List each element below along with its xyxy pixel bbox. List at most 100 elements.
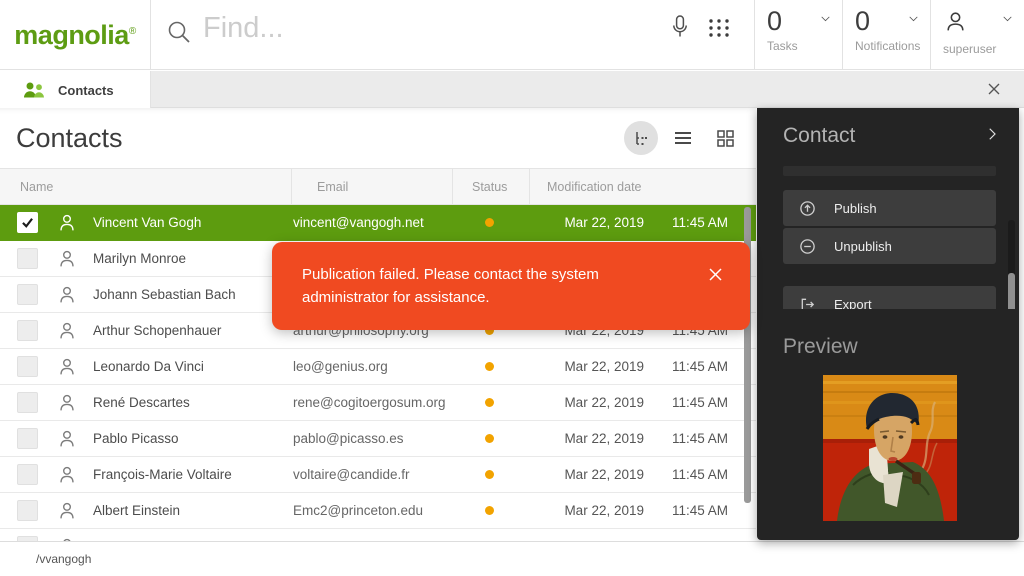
- magnolia-app-window: magnolia® 0 Tasks 0 Notifications: [0, 0, 1024, 576]
- row-checkbox[interactable]: [17, 320, 38, 341]
- user-icon: [943, 9, 968, 34]
- modification-date: Mar 22, 2019: [529, 503, 644, 518]
- user-menu[interactable]: superuser: [931, 0, 1024, 70]
- unpublish-icon: [799, 238, 816, 255]
- tasks-widget[interactable]: 0 Tasks: [755, 0, 843, 70]
- row-checkbox[interactable]: [17, 428, 38, 449]
- person-icon: [56, 428, 78, 450]
- close-app-icon[interactable]: [986, 81, 1002, 102]
- collapse-panel-icon[interactable]: [983, 125, 1001, 148]
- contact-name: François-Marie Voltaire: [78, 467, 290, 482]
- column-header-modification-date[interactable]: Modification date: [529, 168, 756, 205]
- column-header-name[interactable]: Name: [0, 168, 291, 205]
- person-icon: [56, 464, 78, 486]
- view-toggles: [624, 121, 742, 155]
- user-label: superuser: [943, 42, 1024, 56]
- status-dot-icon: [485, 470, 494, 479]
- contact-email: voltaire@candide.fr: [290, 467, 452, 482]
- contact-name: Leonardo Da Vinci: [78, 359, 290, 374]
- thumbnail-view-button[interactable]: [708, 121, 742, 155]
- panel-title: Contact: [783, 124, 855, 148]
- person-icon: [56, 212, 78, 234]
- status-cell: [452, 470, 529, 479]
- row-checkbox[interactable]: [17, 212, 38, 233]
- panel-scrollbar-track[interactable]: [1008, 220, 1015, 309]
- contact-preview-image: [823, 375, 957, 521]
- scrolled-action-item[interactable]: [783, 166, 996, 176]
- export-icon: [799, 296, 816, 310]
- table-row[interactable]: [0, 529, 756, 541]
- status-cell: [452, 506, 529, 515]
- person-icon: [56, 500, 78, 522]
- unpublish-button[interactable]: Unpublish: [783, 228, 996, 264]
- action-label: Unpublish: [834, 239, 892, 254]
- status-bar: /vvangogh: [0, 541, 1024, 576]
- modification-date-cell: Mar 22, 2019 11:45 AM: [529, 503, 756, 518]
- status-cell: [452, 218, 529, 227]
- export-button[interactable]: Export: [783, 286, 996, 309]
- status-cell: [452, 362, 529, 371]
- contact-name: Albert Einstein: [78, 503, 290, 518]
- microphone-icon[interactable]: [668, 13, 692, 48]
- status-dot-icon: [485, 362, 494, 371]
- row-checkbox[interactable]: [17, 284, 38, 305]
- row-checkbox[interactable]: [17, 392, 38, 413]
- modification-time: 11:45 AM: [644, 431, 728, 446]
- contacts-people-icon: [22, 81, 46, 99]
- modification-date-cell: Mar 22, 2019 11:45 AM: [529, 215, 756, 230]
- table-row[interactable]: Leonardo Da Vinci leo@genius.org Mar 22,…: [0, 349, 756, 385]
- global-search: [151, 0, 755, 70]
- person-icon: [56, 392, 78, 414]
- app-tab-bar: Contacts: [0, 71, 1024, 108]
- modification-date-cell: Mar 22, 2019 11:45 AM: [529, 359, 756, 374]
- status-cell: [452, 398, 529, 407]
- modification-time: 11:45 AM: [644, 395, 728, 410]
- publish-button[interactable]: Publish: [783, 190, 996, 226]
- modification-date: Mar 22, 2019: [529, 359, 644, 374]
- row-checkbox[interactable]: [17, 464, 38, 485]
- chevron-down-icon[interactable]: [1001, 12, 1014, 30]
- tab-contacts[interactable]: Contacts: [0, 71, 151, 109]
- selected-node-path: /vvangogh: [36, 552, 91, 566]
- contact-name: Pablo Picasso: [78, 431, 290, 446]
- table-row[interactable]: François-Marie Voltaire voltaire@candide…: [0, 457, 756, 493]
- action-label: Publish: [834, 201, 877, 216]
- toast-close-icon[interactable]: [707, 266, 724, 288]
- app-header: magnolia® 0 Tasks 0 Notifications: [0, 0, 1024, 70]
- list-view-button[interactable]: [666, 121, 700, 155]
- column-header-status[interactable]: Status: [452, 168, 529, 205]
- chevron-down-icon[interactable]: [907, 12, 920, 30]
- column-header-email[interactable]: Email: [291, 168, 452, 205]
- table-row[interactable]: Albert Einstein Emc2@princeton.edu Mar 2…: [0, 493, 756, 529]
- row-checkbox[interactable]: [17, 356, 38, 377]
- publish-icon: [799, 200, 816, 217]
- page-title: Contacts: [16, 123, 123, 154]
- modification-date: Mar 22, 2019: [529, 395, 644, 410]
- table-row[interactable]: René Descartes rene@cogitoergosum.org Ma…: [0, 385, 756, 421]
- contact-email: vincent@vangogh.net: [290, 215, 452, 230]
- search-input[interactable]: [203, 12, 603, 45]
- chevron-down-icon[interactable]: [819, 12, 832, 30]
- action-list: Publish Unpublish Export: [757, 158, 1019, 309]
- check-icon: [20, 215, 35, 230]
- row-checkbox[interactable]: [17, 500, 38, 521]
- contact-email: rene@cogitoergosum.org: [290, 395, 452, 410]
- action-panel: Contact Publish Unpublish Export: [757, 108, 1019, 540]
- error-toast[interactable]: Publication failed. Please contact the s…: [272, 242, 750, 330]
- table-row[interactable]: Vincent Van Gogh vincent@vangogh.net Mar…: [0, 205, 756, 241]
- notifications-widget[interactable]: 0 Notifications: [843, 0, 931, 70]
- apps-grid-icon[interactable]: [706, 15, 732, 46]
- status-dot-icon: [485, 398, 494, 407]
- tab-label: Contacts: [58, 83, 114, 98]
- row-checkbox[interactable]: [17, 248, 38, 269]
- panel-scrollbar-thumb[interactable]: [1008, 273, 1015, 309]
- modification-date: Mar 22, 2019: [529, 467, 644, 482]
- table-row[interactable]: Pablo Picasso pablo@picasso.es Mar 22, 2…: [0, 421, 756, 457]
- logo[interactable]: magnolia®: [0, 0, 151, 70]
- tree-view-button[interactable]: [624, 121, 658, 155]
- notifications-label: Notifications: [855, 39, 930, 53]
- tasks-label: Tasks: [767, 39, 842, 53]
- person-icon: [56, 320, 78, 342]
- modification-date: Mar 22, 2019: [529, 215, 644, 230]
- toast-message: Publication failed. Please contact the s…: [302, 263, 652, 309]
